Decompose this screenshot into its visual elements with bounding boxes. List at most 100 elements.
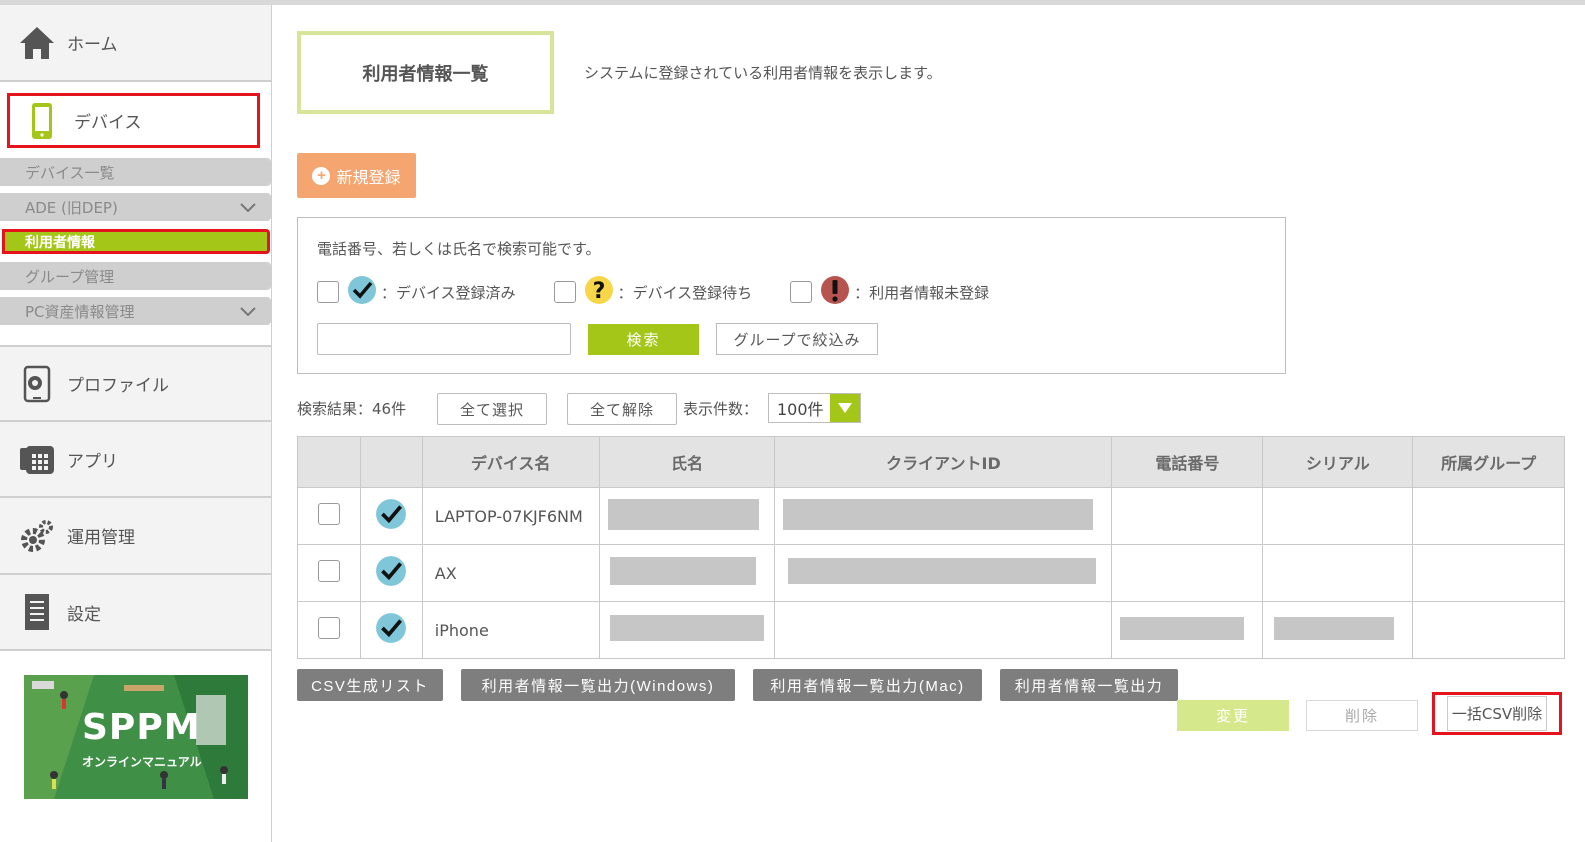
column-header-name[interactable]: 氏名 bbox=[598, 436, 776, 488]
table-row[interactable]: LAPTOP-07KJF6NM bbox=[297, 487, 1565, 545]
sidebar-item-settings[interactable]: 設定 bbox=[0, 575, 271, 651]
device-name-cell[interactable]: iPhone bbox=[421, 601, 600, 659]
bulk-csv-delete-label: 一括CSV削除 bbox=[1446, 696, 1548, 731]
sidebar-item-label: アプリ bbox=[67, 451, 118, 472]
result-count: 検索結果：46件 bbox=[297, 400, 407, 418]
check-icon bbox=[347, 275, 377, 309]
column-header-phone[interactable]: 電話番号 bbox=[1111, 436, 1264, 488]
check-icon bbox=[375, 499, 407, 534]
sidebar-item-device[interactable]: デバイス bbox=[7, 93, 260, 148]
row-checkbox[interactable] bbox=[317, 617, 340, 639]
search-button[interactable]: 検索 bbox=[588, 324, 699, 355]
sidebar-sub-label: グループ管理 bbox=[25, 267, 115, 286]
gear-icon bbox=[17, 516, 57, 556]
sidebar-item-label: プロファイル bbox=[67, 376, 169, 396]
page-title: 利用者情報一覧 bbox=[297, 31, 554, 114]
filter-unregistered-checkbox[interactable] bbox=[790, 281, 813, 303]
redacted-block bbox=[1274, 616, 1395, 640]
sidebar: ホーム デバイス デバイス一覧 ADE (旧DEP) 利用者情報 グループ管理 … bbox=[0, 5, 272, 842]
redacted-block bbox=[609, 615, 764, 641]
csv-list-button[interactable]: CSV生成リスト bbox=[297, 669, 443, 701]
home-icon bbox=[17, 23, 57, 63]
change-button[interactable]: 変更 bbox=[1177, 700, 1289, 731]
page-description: システムに登録されている利用者情報を表示します。 bbox=[584, 64, 942, 82]
display-count-select[interactable]: 100件 bbox=[768, 393, 861, 423]
display-count-value: 100件 bbox=[777, 400, 824, 419]
banner-caption: オンラインマニュアル bbox=[82, 755, 202, 769]
column-header bbox=[297, 436, 361, 488]
triangle-down-icon bbox=[830, 394, 860, 422]
bulk-csv-delete-button[interactable]: 一括CSV削除 bbox=[1432, 692, 1562, 735]
column-header-group[interactable]: 所属グループ bbox=[1412, 436, 1565, 488]
export-button[interactable]: 利用者情報一覧出力 bbox=[1000, 669, 1178, 701]
table-header-row: デバイス名 氏名 クライアントID 電話番号 シリアル 所属グループ bbox=[297, 436, 1565, 488]
redacted-block bbox=[607, 498, 759, 530]
group-cell bbox=[1412, 544, 1565, 602]
device-name-cell[interactable]: LAPTOP-07KJF6NM bbox=[421, 487, 600, 545]
export-mac-button[interactable]: 利用者情報一覧出力(Mac) bbox=[753, 669, 982, 701]
row-checkbox[interactable] bbox=[317, 503, 340, 525]
column-header-client-id[interactable]: クライアントID bbox=[774, 436, 1113, 488]
sidebar-item-app[interactable]: アプリ bbox=[0, 422, 271, 498]
search-input[interactable] bbox=[317, 323, 571, 355]
sidebar-item-home[interactable]: ホーム bbox=[0, 5, 271, 82]
sidebar-sub-device-list[interactable]: デバイス一覧 bbox=[0, 158, 271, 186]
sidebar-sub-label: ADE (旧DEP) bbox=[25, 198, 118, 217]
redacted-block bbox=[788, 558, 1097, 584]
export-windows-button[interactable]: 利用者情報一覧出力(Windows) bbox=[461, 669, 735, 701]
user-table: デバイス名 氏名 クライアントID 電話番号 シリアル 所属グループ LAPTO… bbox=[297, 436, 1565, 659]
sidebar-sub-group[interactable]: グループ管理 bbox=[0, 262, 271, 290]
filter-registered-checkbox[interactable] bbox=[317, 281, 339, 303]
exclamation-icon bbox=[820, 275, 850, 309]
search-hint: 電話番号、若しくは氏名で検索可能です。 bbox=[317, 240, 601, 258]
new-registration-label: 新規登録 bbox=[336, 169, 401, 187]
serial-cell bbox=[1262, 487, 1414, 545]
smartphone-icon bbox=[22, 101, 62, 141]
new-registration-button[interactable]: + 新規登録 bbox=[297, 153, 416, 198]
column-header-device-name[interactable]: デバイス名 bbox=[421, 436, 600, 488]
select-all-button[interactable]: 全て選択 bbox=[437, 393, 547, 425]
status-legend: ：デバイス登録済み ? ：デバイス登録待ち ：利用者情報未登録 bbox=[317, 275, 1027, 309]
sidebar-item-label: デバイス bbox=[74, 113, 142, 133]
banner-logo: SPPM bbox=[82, 707, 201, 748]
sidebar-item-label: 設定 bbox=[67, 604, 101, 625]
group-filter-button[interactable]: グループで絞込み bbox=[716, 323, 878, 355]
deselect-all-button[interactable]: 全て解除 bbox=[567, 393, 677, 425]
sidebar-item-operations[interactable]: 運用管理 bbox=[0, 498, 271, 575]
svg-text:?: ? bbox=[592, 279, 605, 304]
document-icon bbox=[17, 592, 57, 632]
legend-label: ：利用者情報未登録 bbox=[854, 283, 990, 302]
delete-button[interactable]: 削除 bbox=[1306, 700, 1418, 731]
question-icon: ? bbox=[584, 275, 614, 309]
plus-icon: + bbox=[312, 166, 331, 185]
sidebar-item-label: ホーム bbox=[67, 35, 118, 55]
filter-pending-checkbox[interactable] bbox=[553, 281, 576, 303]
display-count-label: 表示件数： bbox=[683, 400, 759, 418]
phone-cell bbox=[1111, 544, 1264, 602]
redacted-block bbox=[783, 498, 1094, 530]
table-row[interactable]: AX bbox=[297, 544, 1565, 602]
device-name-cell[interactable]: AX bbox=[421, 544, 600, 602]
legend-label: ：デバイス登録待ち bbox=[617, 283, 753, 302]
serial-cell bbox=[1262, 544, 1414, 602]
app-icon bbox=[17, 439, 57, 479]
redacted-block bbox=[609, 557, 756, 585]
sidebar-sub-user-info[interactable]: 利用者情報 bbox=[2, 229, 270, 254]
column-header-serial[interactable]: シリアル bbox=[1262, 436, 1414, 488]
sidebar-item-profile[interactable]: プロファイル bbox=[0, 345, 271, 422]
chevron-down-icon bbox=[239, 200, 257, 218]
sidebar-sub-label: 利用者情報 bbox=[25, 234, 95, 251]
group-cell bbox=[1412, 601, 1565, 659]
sidebar-sub-ade[interactable]: ADE (旧DEP) bbox=[0, 193, 271, 221]
manual-banner[interactable]: SPPM オンラインマニュアル bbox=[24, 675, 248, 799]
sidebar-sub-label: デバイス一覧 bbox=[25, 163, 115, 182]
table-row[interactable]: iPhone bbox=[297, 601, 1565, 659]
row-checkbox[interactable] bbox=[317, 560, 340, 582]
sidebar-sub-label: PC資産情報管理 bbox=[25, 302, 135, 321]
phone-cell bbox=[1111, 487, 1264, 545]
sidebar-item-label: 運用管理 bbox=[67, 528, 135, 548]
legend-label: ：デバイス登録済み bbox=[381, 283, 516, 302]
client-id-cell bbox=[774, 601, 1113, 659]
check-icon bbox=[375, 556, 407, 591]
sidebar-sub-pc-assets[interactable]: PC資産情報管理 bbox=[0, 297, 271, 325]
